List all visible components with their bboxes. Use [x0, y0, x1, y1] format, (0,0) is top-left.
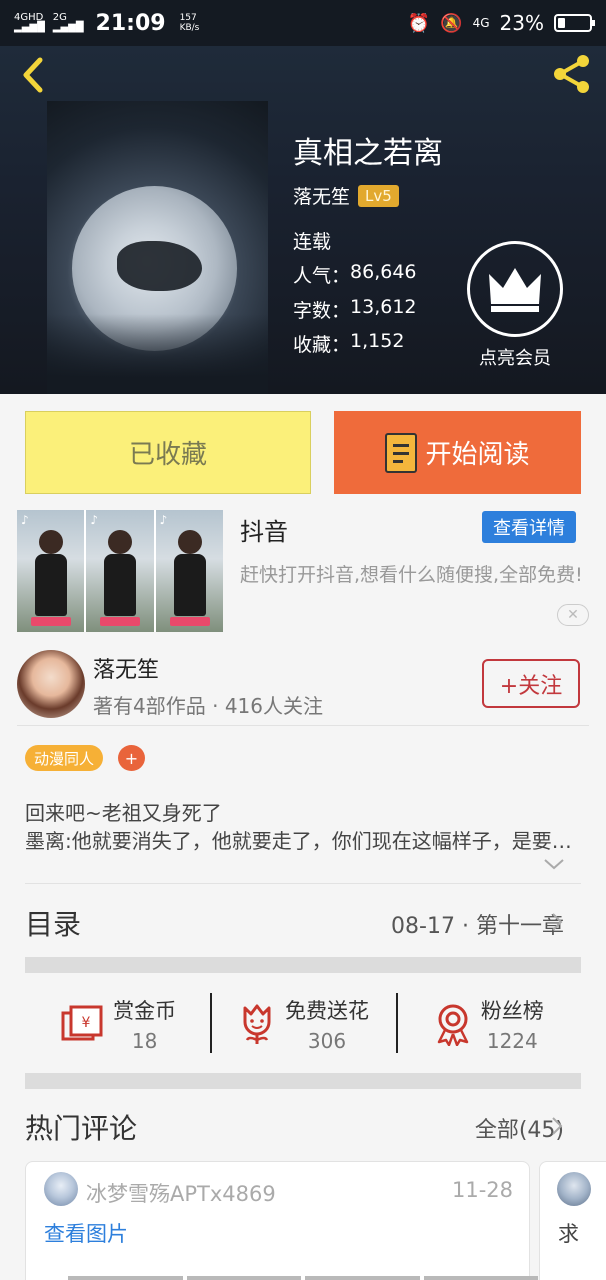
red-envelope-icon: ¥ — [61, 1005, 103, 1041]
image-strip — [68, 1276, 538, 1280]
comment-card[interactable]: 求 — [539, 1161, 606, 1280]
svg-text:¥: ¥ — [82, 1015, 91, 1031]
fan-label: 粉丝榜 — [480, 999, 544, 1023]
toc-label[interactable]: 目录 — [25, 903, 81, 943]
commenter-avatar[interactable] — [557, 1172, 591, 1206]
divider — [25, 883, 581, 884]
book-header: 真相之若离 落无笙 Lv5 连载 人气： 86,646 字数： 13,612 收藏：… — [0, 46, 606, 394]
fan-count: 1224 — [486, 1029, 538, 1053]
flower-icon — [243, 1004, 271, 1044]
stat-popularity: 人气： 86,646 — [293, 261, 417, 287]
stat-word-count: 字数： 13,612 — [293, 296, 417, 322]
commenter-name[interactable]: 冰梦雪殇APTx4869 — [86, 1178, 276, 1208]
chevron-right-icon[interactable] — [550, 911, 564, 933]
mute-icon: 🔕 — [440, 12, 463, 34]
medal-icon — [437, 1004, 469, 1046]
author-name[interactable]: 落无笙 — [93, 652, 159, 684]
network-speed: 157 KB/s — [179, 13, 200, 33]
comment-card[interactable]: 冰梦雪殇APTx4869 11-28 查看图片 — [25, 1161, 538, 1280]
share-icon — [554, 55, 589, 93]
crown-icon — [489, 268, 541, 312]
network-4g-icon: 4G — [472, 16, 490, 30]
signal-icon-2: 2G ▂▄▆█ — [52, 12, 84, 33]
reward-count: 18 — [131, 1029, 158, 1053]
view-image-link[interactable]: 查看图片 — [44, 1218, 128, 1248]
vip-label[interactable]: 点亮会员 — [455, 344, 575, 370]
comment-date: 11-28 — [451, 1178, 513, 1202]
send-flower-button[interactable]: 免费送花 306 — [210, 985, 395, 1063]
section-separator — [25, 1073, 581, 1089]
book-icon — [385, 432, 418, 473]
comment-text: 求 — [558, 1222, 579, 1246]
alarm-icon: ⏰ — [407, 12, 431, 34]
add-tag-button[interactable]: + — [118, 745, 145, 771]
section-separator — [25, 957, 581, 973]
share-button[interactable] — [548, 52, 596, 96]
fan-ranking-button[interactable]: 粉丝榜 1224 — [395, 985, 581, 1063]
reward-coins-button[interactable]: ¥ 赏金币 18 — [25, 985, 210, 1063]
expand-chevron-icon[interactable] — [543, 857, 565, 871]
author-info: 著有4部作品 · 416人关注 — [93, 694, 323, 718]
ad-image[interactable]: ♪ ♪ ♪ — [17, 510, 223, 632]
clock: 21:09 — [95, 10, 166, 36]
action-row: ¥ 赏金币 18 免费送花 306 粉丝榜 1224 — [25, 985, 581, 1063]
hot-comments-title: 热门评论 — [25, 1112, 138, 1145]
flower-label: 免费送花 — [284, 999, 369, 1023]
category-tag[interactable]: 动漫同人 — [25, 745, 104, 771]
back-button[interactable] — [16, 54, 52, 96]
latest-chapter[interactable]: 08-17 · 第十一章 — [391, 908, 564, 940]
intro-line-1: 回来吧~老祖又身死了 — [25, 801, 222, 825]
stat-favorites: 收藏： 1,152 — [293, 330, 405, 356]
level-badge: Lv5 — [358, 184, 399, 207]
book-author[interactable]: 落无笙 — [293, 182, 350, 209]
serial-status: 连载 — [293, 231, 332, 253]
ad-detail-button[interactable]: 查看详情 — [482, 511, 576, 543]
ad-close-button[interactable]: ✕ — [557, 604, 589, 626]
start-reading-label: 开始阅读 — [425, 440, 530, 470]
vip-button[interactable] — [467, 241, 563, 337]
chevron-right-icon[interactable] — [550, 1115, 564, 1137]
status-bar: 4GHD ▂▄▆█ 2G ▂▄▆█ 21:09 157 KB/s ⏰ 🔕 4G 23% — [0, 0, 606, 46]
divider — [17, 725, 589, 726]
chevron-left-icon — [23, 57, 43, 93]
book-cover[interactable] — [47, 101, 268, 394]
tiktok-icon: ♪ — [21, 513, 29, 527]
author-avatar[interactable] — [17, 650, 85, 718]
battery-icon — [554, 14, 595, 32]
flower-count: 306 — [307, 1029, 347, 1053]
tiktok-icon: ♪ — [90, 513, 98, 527]
follow-button[interactable]: +关注 — [482, 659, 580, 708]
start-reading-button[interactable]: 开始阅读 — [334, 411, 581, 494]
book-title: 真相之若离 — [293, 136, 443, 171]
tiktok-icon: ♪ — [159, 513, 168, 527]
battery-percent: 23% — [499, 11, 544, 35]
commenter-avatar[interactable] — [44, 1172, 78, 1206]
ad-description[interactable]: 赶快打开抖音,想看什么随便搜,全部免费! — [240, 562, 585, 588]
intro-line-2: 墨离:他就要消失了，他就要走了，你们现在这幅样子，是要做什么？ — [25, 829, 580, 853]
signal-icon: 4GHD ▂▄▆█ — [14, 12, 45, 33]
favorited-button[interactable]: 已收藏 — [25, 411, 311, 494]
ad-title[interactable]: 抖音 — [240, 512, 288, 547]
reward-label: 赏金币 — [113, 999, 177, 1023]
